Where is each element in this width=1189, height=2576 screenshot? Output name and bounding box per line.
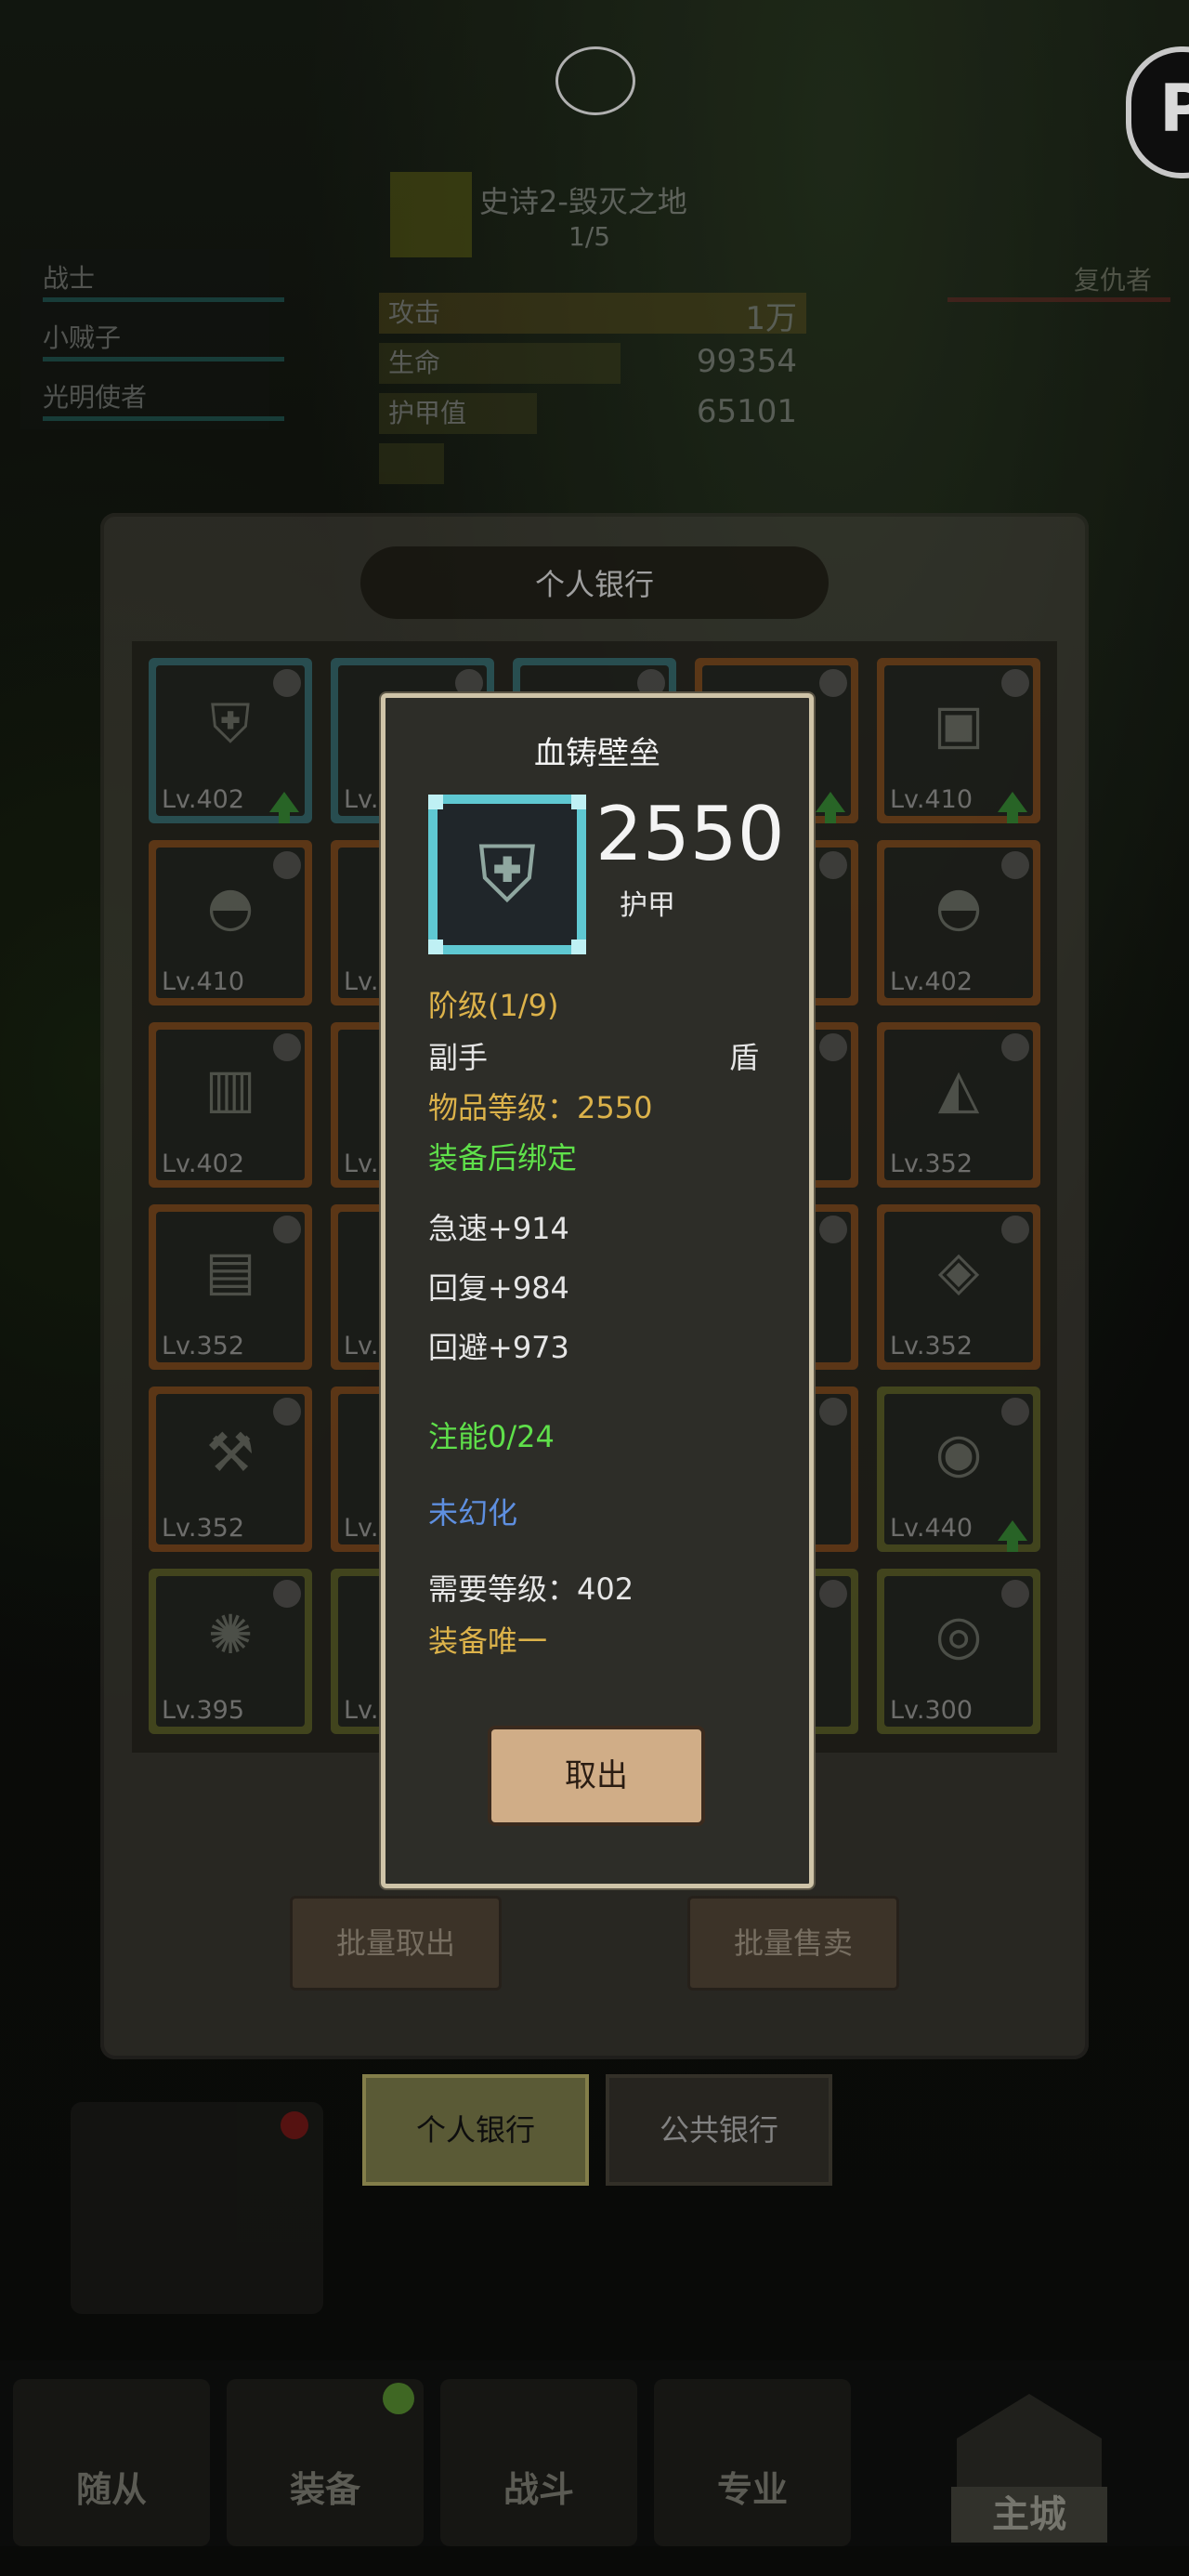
take-out-button[interactable]: 取出 [488, 1726, 705, 1826]
unique-equip: 装备唯一 [428, 1623, 548, 1659]
stat-line: 急速+914 [428, 1211, 569, 1246]
item-type: 盾 [729, 1040, 760, 1075]
transmog-status: 未幻化 [428, 1495, 518, 1531]
stat-line: 回复+984 [428, 1270, 569, 1306]
item-tooltip: 血铸壁垒 ⛨ 2550 护甲 阶级(1/9) 副手 盾 物品等级：2550 装备… [381, 693, 814, 1888]
stat-line: 回避+973 [428, 1330, 569, 1365]
item-tier: 阶级(1/9) [428, 988, 559, 1023]
item-slot: 副手 [428, 1040, 489, 1075]
required-level: 需要等级：402 [428, 1571, 634, 1607]
item-icon-frame: ⛨ [428, 795, 586, 954]
item-name: 血铸壁垒 [534, 735, 660, 772]
shield-icon: ⛨ [477, 828, 537, 920]
item-level: 物品等级：2550 [428, 1090, 653, 1125]
armor-value: 2550 [595, 791, 785, 877]
infusion: 注能0/24 [428, 1419, 555, 1454]
armor-label: 护甲 [620, 889, 675, 922]
bind-type: 装备后绑定 [428, 1140, 578, 1176]
